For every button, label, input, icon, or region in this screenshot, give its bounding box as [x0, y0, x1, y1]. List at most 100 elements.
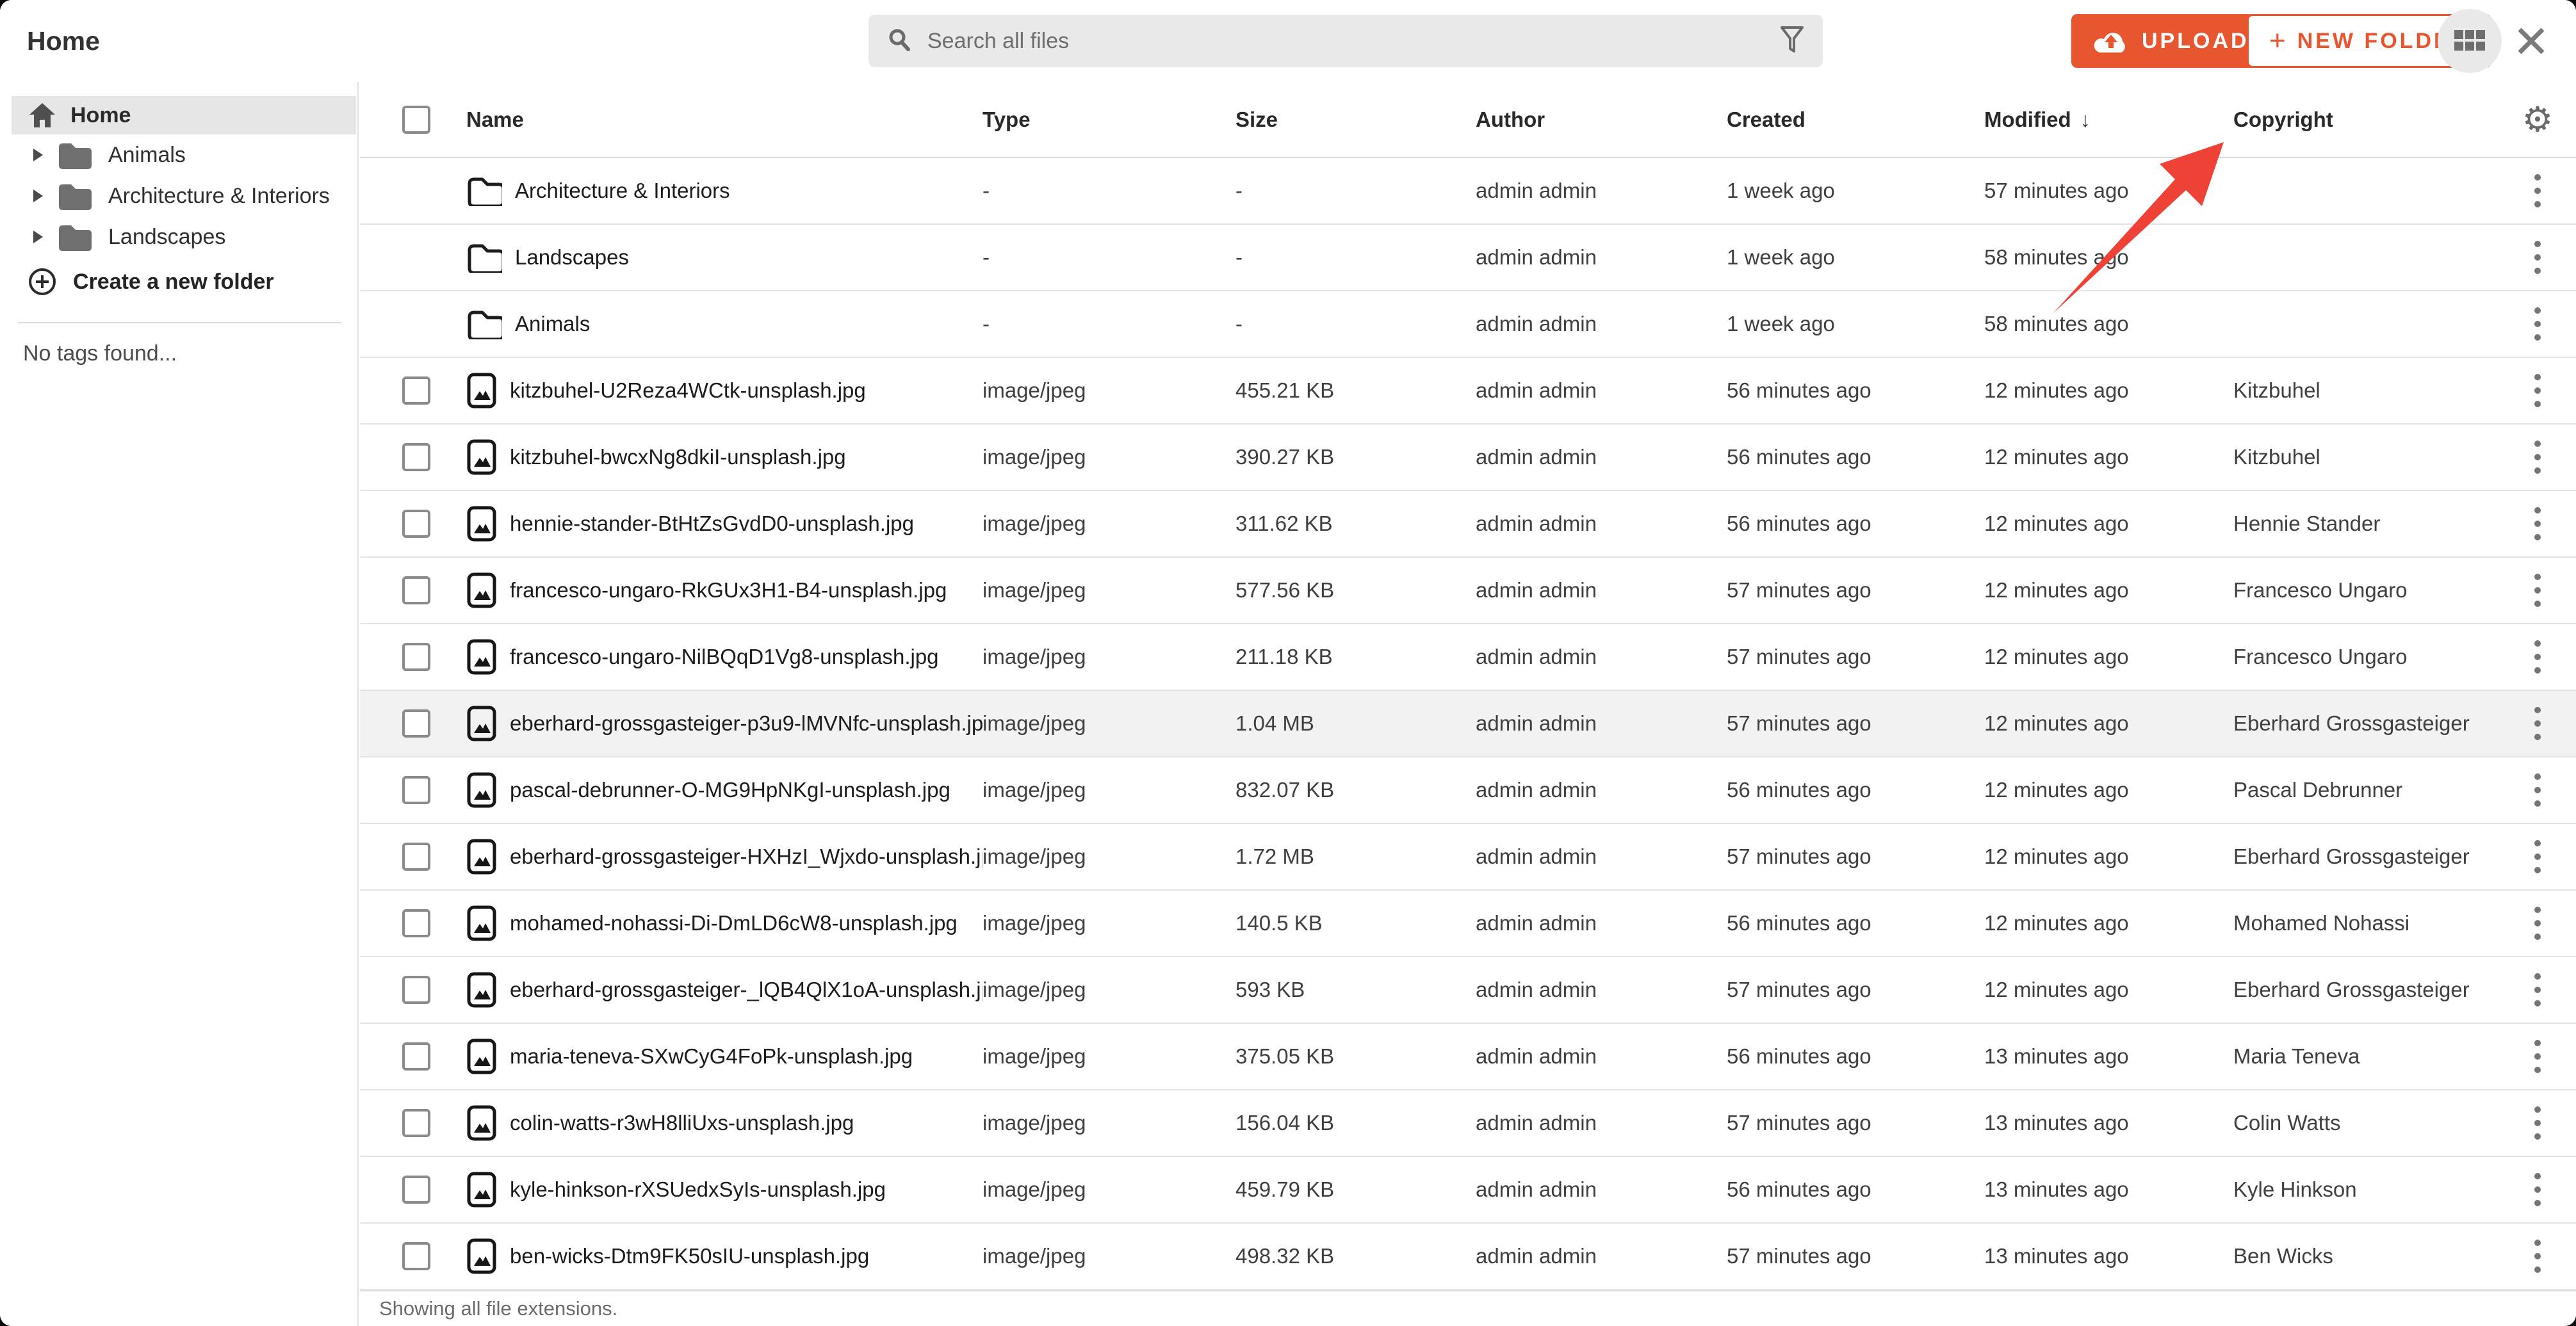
kebab-menu-icon[interactable]	[2528, 767, 2547, 813]
copyright-cell: Kitzbuhel	[2233, 378, 2320, 402]
image-file-icon	[466, 905, 497, 942]
row-checkbox[interactable]	[402, 1242, 430, 1270]
kebab-menu-icon[interactable]	[2528, 501, 2547, 547]
type-cell: image/jpeg	[982, 711, 1086, 735]
search-box[interactable]	[868, 15, 1823, 67]
column-header-name[interactable]: Name	[466, 108, 982, 132]
image-file-icon	[466, 439, 497, 476]
created-cell: 56 minutes ago	[1727, 1177, 1871, 1201]
table-row[interactable]: kitzbuhel-bwcxNg8dkiI-unsplash.jpg image/…	[360, 424, 2576, 491]
column-settings-button[interactable]: ⚙	[2499, 102, 2576, 137]
kebab-menu-icon[interactable]	[2528, 567, 2547, 613]
table-row[interactable]: mohamed-nohassi-Di-DmLD6cW8-unsplash.jpg…	[360, 891, 2576, 957]
home-icon	[28, 102, 56, 129]
search-input[interactable]	[926, 28, 1779, 54]
row-checkbox[interactable]	[402, 376, 430, 405]
image-file-icon	[466, 638, 497, 675]
type-cell: -	[982, 179, 990, 202]
row-checkbox[interactable]	[402, 1042, 430, 1071]
type-cell: image/jpeg	[982, 1044, 1086, 1068]
close-button[interactable]	[2508, 18, 2554, 64]
kebab-menu-icon[interactable]	[2528, 434, 2547, 480]
size-cell: 593 KB	[1235, 978, 1305, 1001]
table-body: Architecture & Interiors - - admin admin 1 w…	[360, 158, 2576, 1290]
created-cell: 56 minutes ago	[1727, 512, 1871, 535]
column-header-size[interactable]: Size	[1235, 108, 1476, 132]
sidebar-item-home[interactable]: Home	[12, 96, 356, 134]
kebab-menu-icon[interactable]	[2528, 634, 2547, 680]
table-row[interactable]: francesco-ungaro-NilBQqD1Vg8-unsplash.jp…	[360, 624, 2576, 691]
table-row[interactable]: kyle-hinkson-rXSUedxSyIs-unsplash.jpg ima…	[360, 1157, 2576, 1224]
kebab-menu-icon[interactable]	[2528, 700, 2547, 747]
modified-cell: 12 minutes ago	[1984, 578, 2129, 602]
type-cell: image/jpeg	[982, 1244, 1086, 1268]
sidebar-folder-item[interactable]: Landscapes	[0, 216, 359, 257]
sidebar-folder-label: Landscapes	[108, 224, 226, 249]
row-checkbox[interactable]	[402, 709, 430, 738]
table-row[interactable]: pascal-debrunner-O-MG9HpNKgI-unsplash.jp…	[360, 757, 2576, 824]
file-name: francesco-ungaro-RkGUx3H1-B4-unsplash.jp…	[510, 578, 947, 602]
table-row[interactable]: francesco-ungaro-RkGUx3H1-B4-unsplash.jp…	[360, 558, 2576, 624]
row-checkbox[interactable]	[402, 909, 430, 937]
created-cell: 57 minutes ago	[1727, 645, 1871, 668]
table-row[interactable]: hennie-stander-BtHtZsGvdD0-unsplash.jpg i…	[360, 491, 2576, 558]
created-cell: 56 minutes ago	[1727, 445, 1871, 469]
column-header-author[interactable]: Author	[1476, 108, 1727, 132]
select-all-checkbox[interactable]	[402, 105, 430, 134]
column-header-modified[interactable]: Modified ↓	[1984, 108, 2233, 132]
table-row[interactable]: colin-watts-r3wH8lliUxs-unsplash.jpg imag…	[360, 1090, 2576, 1157]
kebab-menu-icon[interactable]	[2528, 900, 2547, 946]
table-row[interactable]: ben-wicks-Dtm9FK50sIU-unsplash.jpg image/…	[360, 1224, 2576, 1290]
kebab-menu-icon[interactable]	[2528, 1100, 2547, 1146]
table-row[interactable]: Landscapes - - admin admin 1 week ago 58 minu…	[360, 225, 2576, 291]
kebab-menu-icon[interactable]	[2528, 168, 2547, 214]
author-cell: admin admin	[1476, 1244, 1597, 1268]
modified-cell: 58 minutes ago	[1984, 245, 2129, 269]
modified-cell: 12 minutes ago	[1984, 445, 2129, 469]
row-checkbox[interactable]	[402, 510, 430, 538]
column-header-created[interactable]: Created	[1727, 108, 1984, 132]
column-header-type[interactable]: Type	[982, 108, 1235, 132]
kebab-menu-icon[interactable]	[2528, 234, 2547, 280]
folder-icon	[43, 141, 92, 169]
row-checkbox[interactable]	[402, 843, 430, 871]
table-row[interactable]: Animals - - admin admin 1 week ago 58 minutes…	[360, 291, 2576, 358]
create-folder-button[interactable]: Create a new folder	[0, 263, 359, 301]
sidebar-folder-item[interactable]: Architecture & Interiors	[0, 175, 359, 216]
modified-cell: 12 minutes ago	[1984, 978, 2129, 1001]
expand-caret-icon[interactable]	[33, 149, 43, 161]
grid-view-toggle[interactable]	[2438, 9, 2502, 73]
created-cell: 56 minutes ago	[1727, 378, 1871, 402]
column-header-copyright[interactable]: Copyright	[2233, 108, 2499, 132]
kebab-menu-icon[interactable]	[2528, 967, 2547, 1013]
table-row[interactable]: maria-teneva-SXwCyG4FoPk-unsplash.jpg ima…	[360, 1024, 2576, 1090]
table-row[interactable]: kitzbuhel-U2Reza4WCtk-unsplash.jpg image/…	[360, 358, 2576, 424]
type-cell: image/jpeg	[982, 645, 1086, 668]
table-row[interactable]: eberhard-grossgasteiger-_lQB4QlX1oA-unsp…	[360, 957, 2576, 1024]
expand-caret-icon[interactable]	[33, 230, 43, 243]
row-checkbox[interactable]	[402, 576, 430, 604]
row-checkbox[interactable]	[402, 643, 430, 671]
filter-icon[interactable]	[1779, 26, 1805, 57]
row-checkbox[interactable]	[402, 443, 430, 471]
kebab-menu-icon[interactable]	[2528, 1167, 2547, 1213]
sidebar: Home Animals Architecture & Interiors Land…	[0, 82, 359, 1326]
row-checkbox[interactable]	[402, 976, 430, 1004]
kebab-menu-icon[interactable]	[2528, 1033, 2547, 1079]
file-name: Animals	[515, 312, 591, 336]
table-row[interactable]: eberhard-grossgasteiger-HXHzI_Wjxdo-unsp…	[360, 824, 2576, 891]
kebab-menu-icon[interactable]	[2528, 368, 2547, 414]
row-checkbox[interactable]	[402, 776, 430, 804]
file-name: kyle-hinkson-rXSUedxSyIs-unsplash.jpg	[510, 1177, 886, 1201]
plus-icon: +	[2269, 25, 2286, 56]
sidebar-folder-item[interactable]: Animals	[0, 134, 359, 175]
expand-caret-icon[interactable]	[33, 190, 43, 202]
table-row[interactable]: eberhard-grossgasteiger-p3u9-lMVNfc-unsp…	[360, 691, 2576, 757]
kebab-menu-icon[interactable]	[2528, 301, 2547, 347]
table-row[interactable]: Architecture & Interiors - - admin admin 1 w…	[360, 158, 2576, 225]
kebab-menu-icon[interactable]	[2528, 834, 2547, 880]
author-cell: admin admin	[1476, 512, 1597, 535]
kebab-menu-icon[interactable]	[2528, 1233, 2547, 1279]
row-checkbox[interactable]	[402, 1109, 430, 1137]
row-checkbox[interactable]	[402, 1176, 430, 1204]
